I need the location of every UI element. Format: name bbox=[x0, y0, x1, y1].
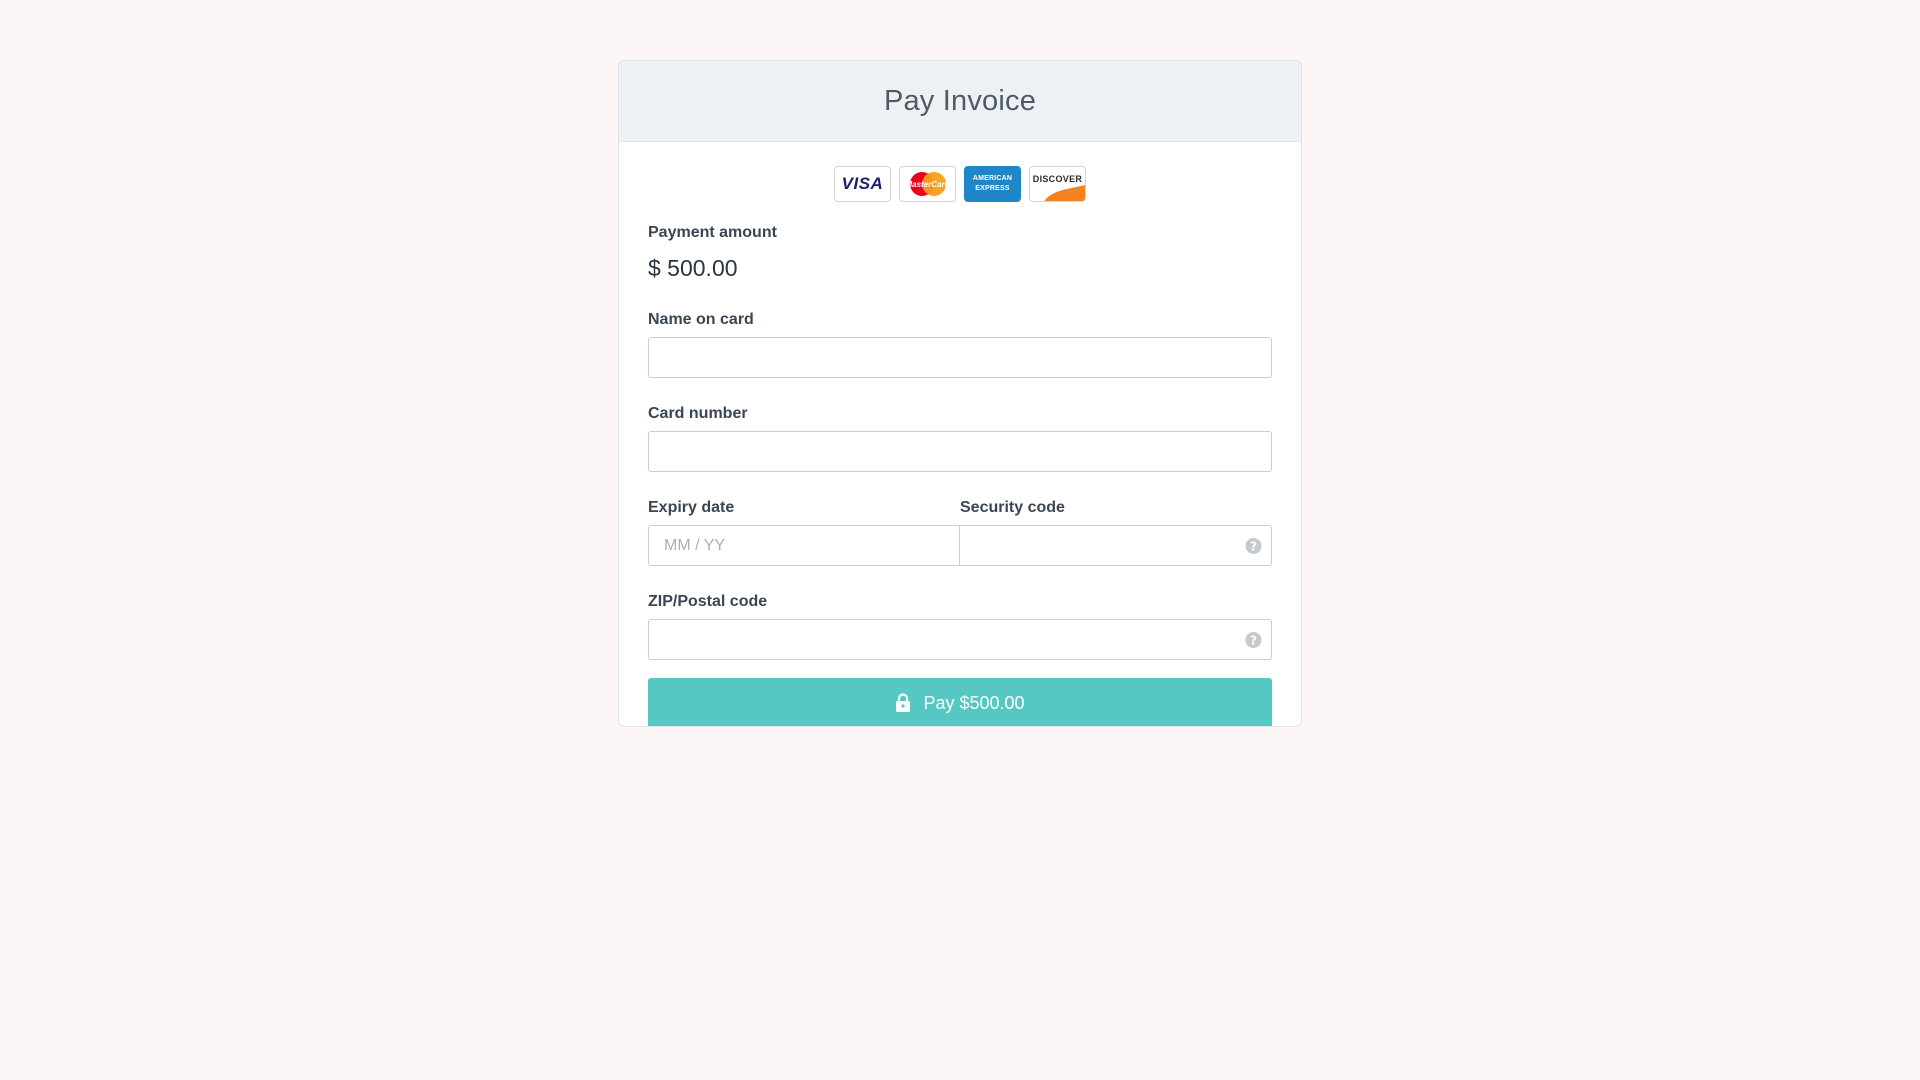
payment-amount-value: $ 500.00 bbox=[648, 255, 738, 281]
amex-label-line1: AMERICAN bbox=[972, 175, 1013, 182]
expiry-date-input[interactable]: MM / YY bbox=[648, 525, 960, 566]
discover-logo: DISCOVER bbox=[1029, 166, 1086, 202]
security-column: Security code ? bbox=[960, 499, 1272, 566]
svg-text:?: ? bbox=[1250, 633, 1257, 647]
expiry-date-placeholder: MM / YY bbox=[664, 536, 726, 554]
lock-icon bbox=[896, 693, 911, 712]
expiry-security-row: Expiry date MM / YY Security code ? bbox=[648, 499, 1272, 566]
zip-code-label: ZIP/Postal code bbox=[648, 593, 768, 610]
zip-code-input[interactable]: ? bbox=[648, 619, 1272, 660]
payment-amount-label: Payment amount bbox=[648, 224, 777, 241]
payment-card: Pay Invoice VISA MasterCard AMERICAN EXP… bbox=[618, 60, 1302, 727]
mastercard-label: MasterCard bbox=[905, 179, 950, 189]
pay-button-label: Pay $500.00 bbox=[923, 692, 1025, 713]
mastercard-logo: MasterCard bbox=[899, 166, 956, 202]
amex-logo: AMERICAN EXPRESS bbox=[964, 166, 1021, 202]
security-code-label: Security code bbox=[960, 499, 1065, 516]
card-number-input[interactable] bbox=[648, 431, 1272, 472]
pay-button[interactable]: Pay $500.00 bbox=[648, 678, 1272, 726]
card-number-label: Card number bbox=[648, 405, 748, 422]
card-header: Pay Invoice bbox=[619, 61, 1301, 142]
visa-logo: VISA bbox=[834, 166, 891, 202]
security-help-icon[interactable]: ? bbox=[1245, 537, 1262, 554]
discover-label: DISCOVER bbox=[1032, 174, 1083, 184]
svg-text:?: ? bbox=[1250, 539, 1257, 553]
expiry-column: Expiry date MM / YY bbox=[648, 499, 960, 566]
visa-label: VISA bbox=[841, 174, 884, 193]
discover-swoosh bbox=[1041, 184, 1085, 201]
card-brands: VISA MasterCard AMERICAN EXPRESS DISCOVE… bbox=[648, 166, 1272, 202]
payment-form: VISA MasterCard AMERICAN EXPRESS DISCOVE… bbox=[619, 166, 1301, 726]
security-code-input[interactable]: ? bbox=[960, 525, 1272, 566]
zip-help-icon[interactable]: ? bbox=[1245, 631, 1262, 648]
page-title: Pay Invoice bbox=[883, 84, 1037, 117]
amex-label-line2: EXPRESS bbox=[975, 185, 1010, 192]
expiry-date-label: Expiry date bbox=[648, 499, 735, 516]
name-on-card-input[interactable] bbox=[648, 337, 1272, 378]
name-on-card-label: Name on card bbox=[648, 311, 754, 328]
